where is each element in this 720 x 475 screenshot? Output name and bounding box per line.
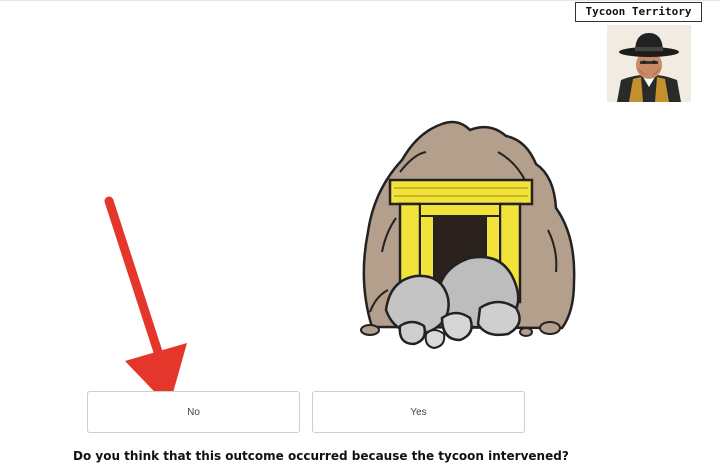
- top-divider: [0, 0, 720, 1]
- red-arrow-annotation: [104, 196, 187, 407]
- yes-button[interactable]: Yes: [312, 391, 525, 433]
- tycoon-avatar: [607, 25, 691, 102]
- no-button[interactable]: No: [87, 391, 300, 433]
- question-prompt: Do you think that this outcome occurred …: [73, 449, 569, 463]
- mine-illustration: [360, 120, 576, 350]
- game-title-badge: Tycoon Territory: [575, 2, 702, 22]
